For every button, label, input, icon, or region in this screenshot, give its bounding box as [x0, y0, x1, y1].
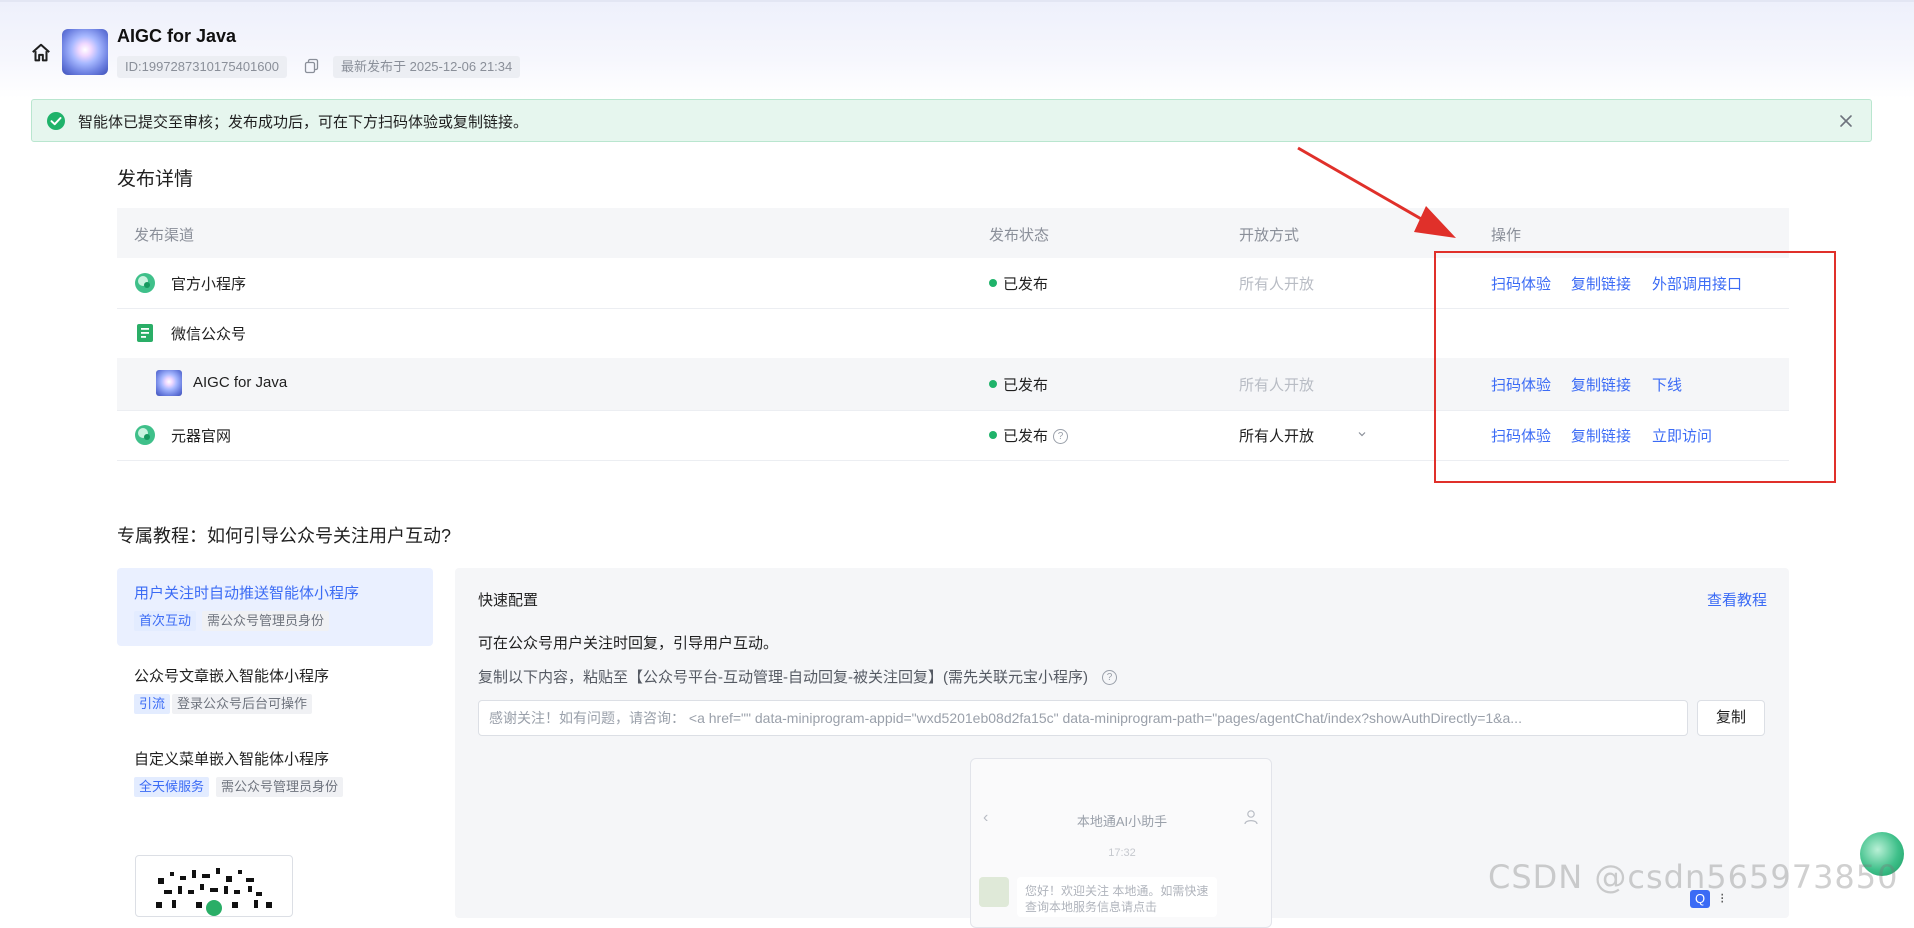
view-tutorial-link[interactable]: 查看教程	[1707, 589, 1767, 610]
agent-title: AIGC for Java	[117, 26, 237, 46]
watermark: CSDN @csdn565973850	[1488, 858, 1899, 896]
copy-icon[interactable]	[304, 58, 320, 74]
tutorial-item[interactable]: 自定义菜单嵌入智能体小程序 全天候服务 需公众号管理员身份	[117, 734, 433, 812]
open-mode-text: 所有人开放	[1239, 377, 1315, 394]
column-header-channel: 发布渠道	[134, 227, 195, 244]
column-header-status: 发布状态	[989, 227, 1050, 244]
status-dot	[989, 431, 997, 440]
open-mode-select[interactable]: 所有人开放	[1239, 425, 1314, 446]
tag: 需公众号管理员身份	[202, 611, 330, 631]
tutorial-title: 专属教程：如何引导公众号关注用户互动?	[117, 526, 452, 546]
preview-title: 本地通AI小助手	[1076, 814, 1168, 829]
tag: 需公众号管理员身份	[216, 777, 344, 797]
tag: 登录公众号后台可操作	[172, 694, 313, 714]
channel-name: 元器官网	[171, 428, 232, 445]
preview-avatar	[979, 877, 1009, 907]
tutorial-item-title: 用户关注时自动推送智能体小程序	[134, 585, 360, 602]
wechat-official-account-icon	[137, 324, 153, 342]
tag: 首次互动	[134, 611, 197, 631]
status-dot	[989, 380, 997, 389]
status-text: 已发布	[989, 273, 1048, 294]
qr-pattern-icon	[156, 868, 272, 916]
annotation-arrow-icon	[1297, 146, 1456, 238]
column-header-actions: 操作	[1491, 227, 1522, 244]
help-icon[interactable]: ?	[1053, 428, 1069, 444]
phone-preview: ‹ 本地通AI小助手 17:32 您好！欢迎关注 本地通。如需快速查询本地服务信…	[970, 758, 1272, 928]
yuanqi-logo-icon	[135, 273, 155, 293]
home-icon[interactable]	[30, 42, 52, 64]
tutorial-item[interactable]: 公众号文章嵌入智能体小程序 引流 登录公众号后台可操作	[117, 651, 433, 729]
help-icon[interactable]: ?	[1101, 669, 1117, 685]
tutorial-item-title: 自定义菜单嵌入智能体小程序	[134, 751, 330, 768]
reply-snippet-field[interactable]: 感谢关注！如有问题，请咨询： <a href="" data-miniprogr…	[478, 700, 1688, 736]
annotation-highlight-box	[1434, 251, 1836, 483]
user-icon	[1244, 810, 1258, 825]
agent-avatar	[62, 29, 108, 75]
config-instruction: 复制以下内容，粘贴至【公众号平台-互动管理-自动回复-被关注回复】(需先关联元宝…	[478, 666, 1117, 687]
yuanqi-logo-icon	[135, 425, 155, 445]
app-header: AIGC for Java ID:1997287310175401600 最新发…	[0, 0, 1914, 98]
tutorial-item-title: 公众号文章嵌入智能体小程序	[134, 668, 330, 685]
preview-time: 17:32	[1108, 847, 1136, 859]
preview-message: 您好！欢迎关注 本地通。如需快速查询本地服务信息请点击	[1017, 877, 1217, 917]
check-circle-icon	[47, 112, 65, 130]
channel-name: 微信公众号	[171, 326, 247, 343]
tag: 引流	[134, 694, 171, 714]
copy-button[interactable]: 复制	[1697, 700, 1765, 736]
agent-id-badge: ID:1997287310175401600	[117, 56, 287, 78]
status-dot	[989, 279, 997, 288]
tutorial-item[interactable]: 用户关注时自动推送智能体小程序 首次互动 需公众号管理员身份	[117, 568, 433, 646]
channel-name: AIGC for Java	[193, 374, 288, 391]
status-text: 已发布?	[989, 425, 1069, 446]
config-description: 可在公众号用户关注时回复，引导用户互动。	[478, 635, 779, 652]
publish-details-title: 发布详情	[117, 169, 194, 190]
quick-config-title: 快速配置	[478, 592, 539, 609]
close-icon[interactable]	[1837, 112, 1855, 130]
channel-name: 官方小程序	[171, 276, 247, 293]
tag: 全天候服务	[134, 777, 210, 797]
open-mode-text: 所有人开放	[1239, 276, 1315, 293]
success-banner: 智能体已提交至审核；发布成功后，可在下方扫码体验或复制链接。	[31, 99, 1872, 142]
agent-avatar	[156, 370, 182, 396]
chevron-down-icon[interactable]	[1357, 429, 1367, 439]
publish-date-badge: 最新发布于 2025-12-06 21:34	[333, 56, 521, 78]
status-text: 已发布	[989, 374, 1048, 395]
banner-message: 智能体已提交至审核；发布成功后，可在下方扫码体验或复制链接。	[78, 114, 529, 131]
